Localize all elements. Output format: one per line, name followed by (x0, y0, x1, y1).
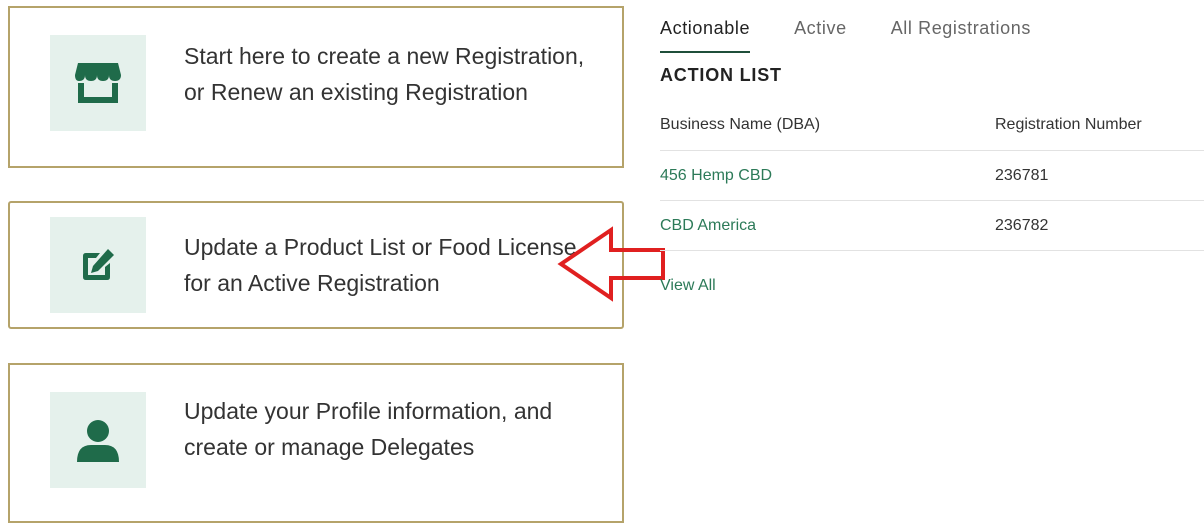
user-icon-box (50, 392, 146, 488)
table-row: CBD America 236782 (660, 201, 1204, 251)
store-icon (75, 63, 121, 103)
update-product-list-text: Update a Product List or Food License fo… (184, 234, 577, 296)
store-icon-box (50, 35, 146, 131)
update-product-list-card[interactable]: Update a Product List or Food License fo… (8, 201, 624, 329)
annotation-arrow (557, 226, 665, 302)
action-list-table: Business Name (DBA) Registration Number … (660, 100, 1204, 251)
business-name-link[interactable]: CBD America (660, 217, 756, 235)
registration-tabs: Actionable Active All Registrations (660, 18, 1075, 53)
registration-number: 236781 (995, 167, 1049, 184)
update-profile-card[interactable]: Update your Profile information, and cre… (8, 363, 624, 523)
registration-number: 236782 (995, 217, 1049, 234)
user-icon (77, 420, 119, 462)
tab-active[interactable]: Active (794, 18, 847, 53)
tab-actionable[interactable]: Actionable (660, 18, 751, 53)
new-registration-text: Start here to create a new Registration,… (184, 43, 585, 105)
update-profile-text: Update your Profile information, and cre… (184, 398, 553, 460)
table-row: 456 Hemp CBD 236781 (660, 151, 1204, 201)
column-header-business-name: Business Name (DBA) (660, 116, 821, 133)
edit-icon (83, 249, 114, 280)
business-name-link[interactable]: 456 Hemp CBD (660, 167, 772, 185)
action-list-title: ACTION LIST (660, 65, 782, 85)
tab-all-registrations[interactable]: All Registrations (891, 18, 1031, 53)
table-header: Business Name (DBA) Registration Number (660, 100, 1204, 151)
column-header-registration-number: Registration Number (995, 116, 1142, 133)
view-all-link[interactable]: View All (660, 277, 716, 295)
new-registration-card[interactable]: Start here to create a new Registration,… (8, 6, 624, 168)
edit-icon-box (50, 217, 146, 313)
